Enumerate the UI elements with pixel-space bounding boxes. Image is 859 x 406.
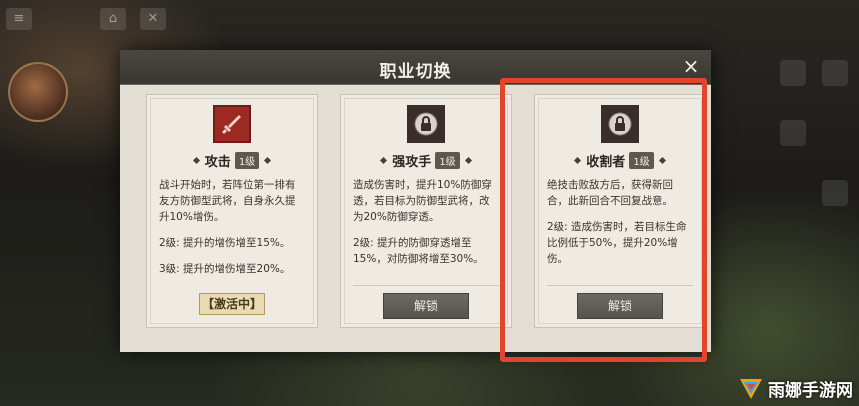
triangle-logo-icon	[740, 379, 762, 399]
card-name: 收割者	[586, 155, 626, 170]
divider	[547, 285, 693, 286]
unlock-button[interactable]: 解锁	[383, 293, 469, 319]
deco-diamond	[380, 156, 388, 165]
desc-line: 2级: 提升的增伤增至15%。	[159, 237, 291, 249]
game-screen: ≡ ⌂ ✕ 职业切换 × 攻击 1级 战斗开始时，若阵位第一排有友方防御型武将，…	[0, 0, 859, 406]
deco-diamond	[658, 156, 666, 165]
job-card-attack[interactable]: 攻击 1级 战斗开始时，若阵位第一排有友方防御型武将，自身永久提升10%增伤。 …	[146, 94, 318, 328]
desc-line: 战斗开始时，若阵位第一排有友方防御型武将，自身永久提升10%增伤。	[159, 179, 296, 223]
job-card-reaper[interactable]: 收割者 1级 绝技击败敌方后，获得新回合，此新回合不回复战意。 2级: 造成伤害…	[534, 94, 706, 328]
bg-home-icon: ⌂	[100, 8, 126, 30]
deco-diamond	[574, 156, 582, 165]
divider	[353, 285, 499, 286]
watermark: 雨娜手游网	[738, 374, 853, 402]
card-name: 强攻手	[392, 155, 432, 170]
card-description: 绝技击败敌方后，获得新回合，此新回合不回复战意。 2级: 造成伤害时，若目标生命…	[547, 177, 693, 277]
dialog-header: 职业切换 ×	[120, 50, 711, 85]
deco-diamond	[264, 156, 272, 165]
unlock-button[interactable]: 解锁	[577, 293, 663, 319]
card-title-row: 攻击 1级	[147, 151, 317, 171]
level-badge: 1级	[435, 152, 460, 169]
bg-avatar	[8, 62, 68, 122]
bg-close-icon: ✕	[140, 8, 166, 30]
bg-menu-icon: ≡	[6, 8, 32, 30]
deco-diamond	[192, 156, 200, 165]
desc-line: 3级: 提升的增伤增至20%。	[159, 263, 291, 275]
bg-side-icon	[780, 60, 806, 86]
deco-diamond	[464, 156, 472, 165]
dialog-title: 职业切换	[379, 62, 452, 82]
card-description: 战斗开始时，若阵位第一排有友方防御型武将，自身永久提升10%增伤。 2级: 提升…	[159, 177, 305, 287]
bg-side-icon	[822, 60, 848, 86]
lock-icon	[407, 105, 445, 143]
card-name: 攻击	[204, 155, 231, 170]
job-switch-dialog: 职业切换 × 攻击 1级 战斗开始时，若阵位第一排有友方防御型武将，自身永久提升…	[120, 50, 711, 352]
desc-line: 造成伤害时，提升10%防御穿透，若目标为防御型武将，改为20%防御穿透。	[353, 179, 492, 223]
level-badge: 1级	[629, 152, 654, 169]
level-badge: 1级	[234, 152, 260, 169]
card-description: 造成伤害时，提升10%防御穿透，若目标为防御型武将，改为20%防御穿透。 2级:…	[353, 177, 499, 277]
watermark-text: 雨娜手游网	[768, 380, 853, 401]
bg-side-icon	[822, 180, 848, 206]
card-title-row: 收割者 1级	[535, 151, 705, 171]
card-title-row: 强攻手 1级	[341, 151, 511, 171]
close-icon[interactable]: ×	[679, 54, 703, 78]
desc-line: 2级: 造成伤害时，若目标生命比例低于50%，提升20%增伤。	[547, 221, 687, 265]
job-card-assault[interactable]: 强攻手 1级 造成伤害时，提升10%防御穿透，若目标为防御型武将，改为20%防御…	[340, 94, 512, 328]
desc-line: 2级: 提升的防御穿透增至15%，对防御将增至30%。	[353, 237, 484, 265]
desc-line: 绝技击败敌方后，获得新回合，此新回合不回复战意。	[547, 179, 673, 207]
active-status-badge: 【激活中】	[199, 293, 265, 315]
sword-icon	[213, 105, 251, 143]
bg-side-icon	[780, 120, 806, 146]
lock-icon	[601, 105, 639, 143]
